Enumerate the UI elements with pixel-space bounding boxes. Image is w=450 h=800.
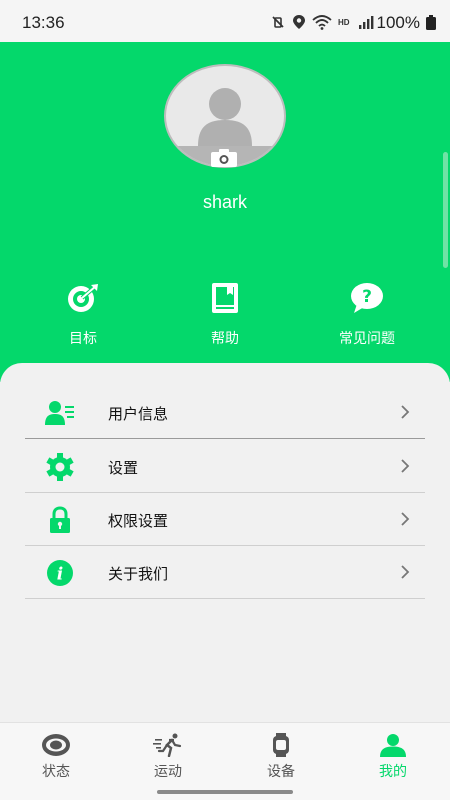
tab-status[interactable]: 状态 [0, 733, 112, 781]
watch-icon [273, 733, 289, 757]
chevron-right-icon [401, 565, 410, 579]
mute-vibrate-icon [272, 16, 284, 28]
signal-icon [359, 16, 374, 29]
tab-label: 状态 [42, 764, 70, 780]
wifi-icon [312, 15, 332, 30]
chevron-right-icon [401, 405, 410, 419]
svg-text:?: ? [362, 287, 372, 307]
menu-item-label: 用户信息 [108, 405, 169, 423]
info-icon: i [47, 560, 73, 586]
target-icon [68, 284, 98, 312]
menu-card: 用户信息 设置 权限设置 i 关于我们 [0, 363, 450, 723]
scroll-indicator [443, 152, 448, 268]
username: shark [202, 192, 247, 212]
home-indicator[interactable] [157, 790, 293, 794]
svg-text:HD: HD [338, 18, 350, 27]
lock-icon [50, 506, 70, 533]
status-bar: 13:36 HD 100% [0, 0, 450, 42]
tab-mine[interactable]: 我的 [337, 733, 449, 781]
tab-label: 我的 [379, 764, 407, 780]
person-icon [380, 734, 406, 757]
quick-action-help[interactable]: 帮助 [170, 282, 280, 348]
tab-label: 设备 [267, 764, 295, 780]
tab-label: 运动 [154, 764, 182, 780]
quick-action-faq[interactable]: ? 常见问题 [312, 282, 422, 348]
tab-sport[interactable]: 运动 [112, 733, 224, 781]
battery-percent: 100% [376, 13, 420, 32]
quick-action-label: 目标 [69, 331, 97, 347]
menu-item-user-info[interactable]: 用户信息 [25, 386, 425, 439]
menu-item-label: 关于我们 [108, 565, 169, 583]
question-bubble-icon: ? [351, 283, 383, 313]
chevron-right-icon [401, 459, 410, 473]
menu-item-permissions[interactable]: 权限设置 [25, 493, 425, 546]
menu-item-about[interactable]: i 关于我们 [25, 546, 425, 599]
profile-header: shark 目标 帮助 ? 常见问题 [0, 42, 450, 382]
user-info-icon [45, 401, 74, 425]
book-icon [212, 283, 238, 313]
menu-item-label: 设置 [108, 459, 139, 477]
quick-action-label: 帮助 [211, 331, 239, 347]
gear-icon [46, 453, 74, 481]
quick-action-target[interactable]: 目标 [28, 282, 138, 348]
quick-action-label: 常见问题 [339, 331, 395, 347]
tab-device[interactable]: 设备 [225, 733, 337, 781]
status-time: 13:36 [22, 13, 65, 32]
bottom-tab-bar: 状态 运动 设备 我的 [0, 722, 450, 800]
battery-icon [426, 15, 436, 30]
location-icon [293, 15, 305, 29]
menu-item-label: 权限设置 [108, 512, 169, 530]
hd-icon: HD [338, 18, 350, 27]
running-icon [153, 733, 182, 757]
eye-icon [42, 734, 70, 756]
chevron-right-icon [401, 512, 410, 526]
menu-item-settings[interactable]: 设置 [25, 440, 425, 493]
svg-text:i: i [57, 565, 63, 585]
camera-icon[interactable] [211, 149, 237, 167]
default-avatar-icon [198, 88, 252, 146]
status-icons: HD [270, 14, 374, 30]
